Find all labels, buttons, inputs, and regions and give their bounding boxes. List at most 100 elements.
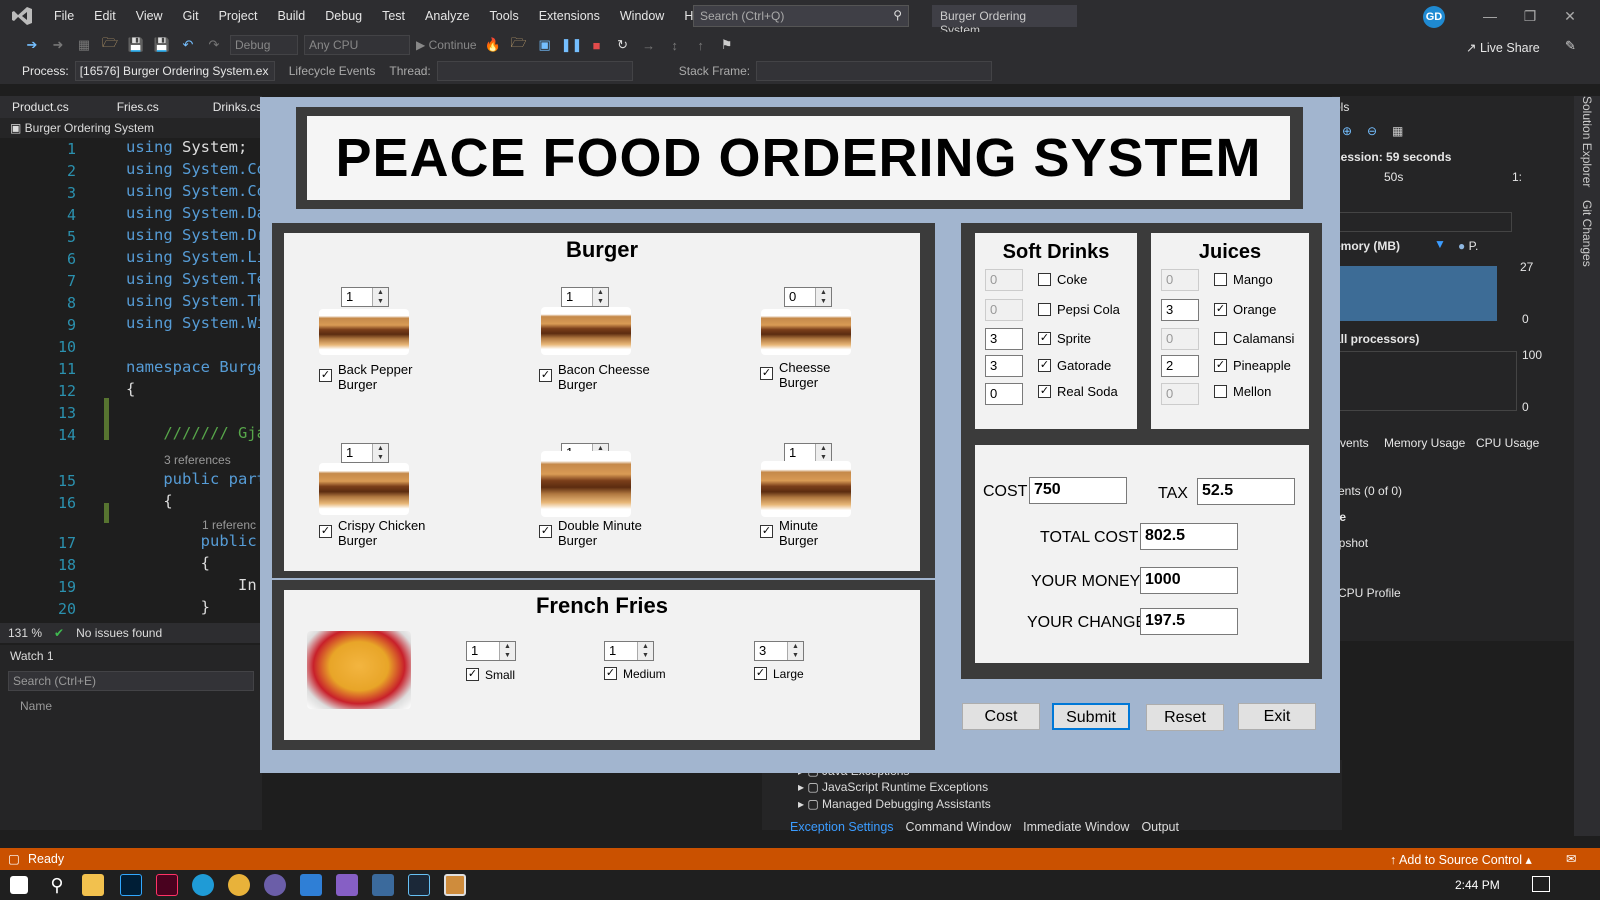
stack-frame-select[interactable]: [756, 61, 993, 81]
menu-git[interactable]: Git: [173, 0, 209, 32]
pineapple-checkbox[interactable]: ✓: [1214, 359, 1227, 372]
clock[interactable]: 2:44 PM: [1455, 878, 1500, 892]
exception-item[interactable]: ▸ ▢ Managed Debugging Assistants: [798, 797, 991, 811]
visual-studio-icon[interactable]: [336, 874, 358, 896]
stepper-arrows-icon[interactable]: ▲▼: [372, 288, 388, 306]
stepper-arrows-icon[interactable]: ▲▼: [815, 444, 831, 462]
notification-center-icon[interactable]: [1532, 876, 1550, 892]
tab-immediate-window[interactable]: Immediate Window: [1023, 820, 1129, 834]
record-cpu-profile-button[interactable]: CPU Profile: [1338, 586, 1401, 600]
back-pepper-qty-stepper[interactable]: 1 ▲ ▼: [341, 287, 389, 307]
fries-small-qty-stepper[interactable]: 1 ▲ ▼: [466, 641, 516, 661]
bacon-cheesse-qty-stepper[interactable]: 1 ▲ ▼: [561, 287, 609, 307]
photoshop-icon[interactable]: [120, 874, 142, 896]
file-explorer-icon[interactable]: [82, 874, 104, 896]
search-input[interactable]: Search (Ctrl+Q) ⚲: [693, 5, 909, 27]
tab-command-window[interactable]: Command Window: [906, 820, 1012, 834]
restore-icon[interactable]: ❐: [1510, 0, 1550, 32]
exception-item[interactable]: ▸ ▢ JavaScript Runtime Exceptions: [798, 780, 988, 794]
tab-memory-usage[interactable]: Memory Usage: [1384, 436, 1465, 450]
pepsi-qty-input[interactable]: 0: [985, 299, 1023, 321]
crispy-chicken-qty-stepper[interactable]: 1 ▲ ▼: [341, 443, 389, 463]
zoom-level[interactable]: 131 %: [8, 626, 42, 640]
save-all-icon[interactable]: 💾: [152, 37, 172, 53]
fries-small-checkbox[interactable]: ✓: [466, 668, 479, 681]
solution-explorer-tab[interactable]: Solution Explorer: [1580, 96, 1594, 187]
git-changes-tab[interactable]: Git Changes: [1580, 200, 1594, 267]
your-money-field[interactable]: 1000: [1140, 567, 1238, 594]
burger-app-icon[interactable]: [444, 874, 466, 896]
configuration-select[interactable]: Debug: [230, 35, 298, 55]
back-pepper-checkbox[interactable]: ✓: [319, 369, 332, 382]
fries-large-qty-stepper[interactable]: 3 ▲ ▼: [754, 641, 804, 661]
code-lens-references[interactable]: 3 references: [164, 453, 231, 467]
exit-button[interactable]: Exit: [1238, 703, 1316, 730]
tab-fries[interactable]: Fries.cs: [81, 96, 171, 118]
calamansi-qty-input[interactable]: 0: [1161, 328, 1199, 350]
bacon-cheesse-checkbox[interactable]: ✓: [539, 369, 552, 382]
project-dropdown[interactable]: ▣ Burger Ordering System: [0, 118, 262, 138]
tab-cpu-usage[interactable]: CPU Usage: [1476, 436, 1539, 450]
mango-checkbox[interactable]: [1214, 273, 1227, 286]
live-share-button[interactable]: ↗ Live Share: [1466, 40, 1540, 55]
total-cost-field[interactable]: 802.5: [1140, 523, 1238, 550]
stepper-arrows-icon[interactable]: ▲▼: [815, 288, 831, 306]
menu-tools[interactable]: Tools: [480, 0, 529, 32]
undo-icon[interactable]: ↶: [178, 37, 198, 53]
stepper-arrows-icon[interactable]: ▲▼: [372, 444, 388, 462]
cheesse-qty-stepper[interactable]: 0 ▲ ▼: [784, 287, 832, 307]
watch-search-input[interactable]: Search (Ctrl+E): [8, 671, 254, 691]
folder-icon[interactable]: 🗁: [509, 34, 529, 56]
minute-qty-stepper[interactable]: 1 ▲ ▼: [784, 443, 832, 463]
zoom-out-icon[interactable]: ⊖: [1367, 124, 1377, 138]
feedback-icon[interactable]: ✎: [1565, 38, 1576, 54]
mellon-checkbox[interactable]: [1214, 385, 1227, 398]
steam-icon[interactable]: [408, 874, 430, 896]
tax-field[interactable]: 52.5: [1197, 478, 1295, 505]
continue-button[interactable]: ▶ Continue: [416, 38, 477, 52]
vscode-icon[interactable]: [300, 874, 322, 896]
stop-icon[interactable]: ■: [587, 38, 607, 53]
avatar[interactable]: GD: [1423, 6, 1445, 28]
cost-field[interactable]: 750: [1029, 477, 1127, 504]
step-over-icon[interactable]: ↕: [665, 38, 685, 53]
stepper-arrows-icon[interactable]: ▲▼: [499, 642, 515, 660]
gatorade-qty-input[interactable]: 3: [985, 355, 1023, 377]
menu-edit[interactable]: Edit: [84, 0, 126, 32]
zoom-in-icon[interactable]: ⊕: [1342, 124, 1352, 138]
crispy-chicken-checkbox[interactable]: ✓: [319, 525, 332, 538]
add-source-control-button[interactable]: ↑ Add to Source Control ▴: [1390, 852, 1532, 867]
close-icon[interactable]: ✕: [1550, 0, 1590, 32]
menu-view[interactable]: View: [126, 0, 173, 32]
menu-build[interactable]: Build: [267, 0, 315, 32]
menu-analyze[interactable]: Analyze: [415, 0, 479, 32]
app-icon[interactable]: [264, 874, 286, 896]
tab-drinks[interactable]: Drinks.cs: [171, 96, 274, 118]
start-icon[interactable]: [10, 876, 28, 894]
orange-qty-input[interactable]: 3: [1161, 299, 1199, 321]
stepper-arrows-icon[interactable]: ▲▼: [592, 288, 608, 306]
sprite-checkbox[interactable]: ✓: [1038, 332, 1051, 345]
gatorade-checkbox[interactable]: ✓: [1038, 359, 1051, 372]
new-item-icon[interactable]: ▦: [74, 37, 94, 53]
lifecycle-events-button[interactable]: Lifecycle Events: [289, 64, 376, 78]
screenshot-icon[interactable]: ▣: [535, 37, 555, 53]
code-editor[interactable]: 1 using System; 2 using System.Co 3 usin…: [0, 138, 266, 623]
process-select[interactable]: [16576] Burger Ordering System.ex: [74, 61, 275, 81]
code-lens-references[interactable]: 1 referenc: [202, 518, 256, 532]
menu-test[interactable]: Test: [372, 0, 415, 32]
stepper-arrows-icon[interactable]: ▲▼: [787, 642, 803, 660]
cost-button[interactable]: Cost: [962, 703, 1040, 730]
redo-icon[interactable]: ↷: [204, 37, 224, 53]
pepsi-checkbox[interactable]: [1038, 303, 1051, 316]
pineapple-qty-input[interactable]: 2: [1161, 355, 1199, 377]
chrome-icon[interactable]: [228, 874, 250, 896]
menu-extensions[interactable]: Extensions: [529, 0, 610, 32]
fries-medium-checkbox[interactable]: ✓: [604, 667, 617, 680]
double-minute-checkbox[interactable]: ✓: [539, 525, 552, 538]
notifications-icon[interactable]: ✉: [1566, 851, 1576, 866]
open-folder-icon[interactable]: 🗁: [100, 34, 120, 56]
visual-studio-logo-icon[interactable]: [0, 0, 44, 32]
step-into-icon[interactable]: →: [639, 38, 659, 53]
save-icon[interactable]: 💾: [126, 37, 146, 53]
